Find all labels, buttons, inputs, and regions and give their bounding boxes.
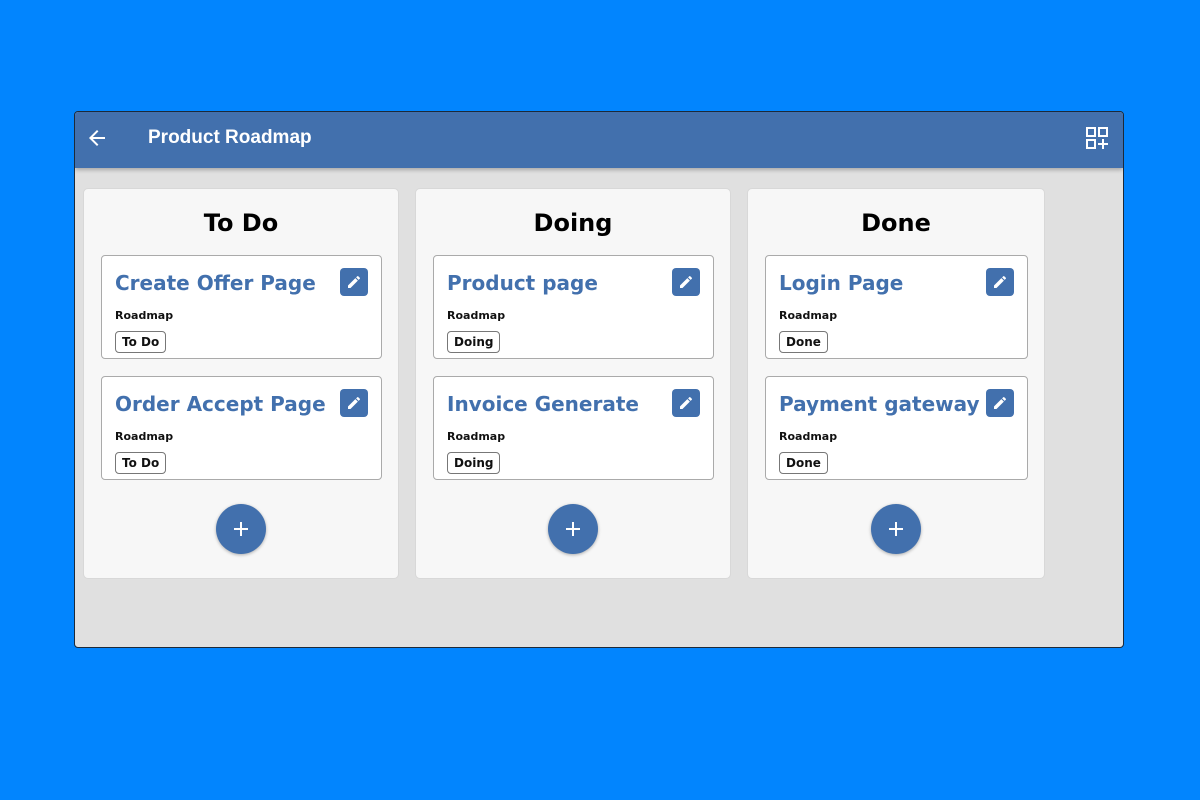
plus-icon [566,522,580,536]
app-window: Product Roadmap To Do Create Offer Page … [74,111,1124,648]
add-card-button[interactable] [216,504,266,554]
card-board-label: Roadmap [447,309,506,322]
card-title: Product page [447,271,598,295]
task-card[interactable]: Payment gateway Roadmap Done [765,376,1028,480]
column-done: Done Login Page Roadmap Done Payment gat… [747,188,1045,579]
add-card-button[interactable] [548,504,598,554]
card-title: Order Accept Page [115,392,326,416]
status-badge: Doing [447,331,501,353]
column-title: Done [861,209,931,237]
status-badge: To Do [115,331,167,353]
card-board-label: Roadmap [779,430,838,443]
add-board-button[interactable] [1085,126,1109,150]
card-board-label: Roadmap [779,309,838,322]
card-board-label: Roadmap [115,309,174,322]
column-title: To Do [203,209,279,237]
status-badge: To Do [115,452,167,474]
edit-card-button[interactable] [672,389,700,417]
grid-add-icon [1086,127,1108,149]
task-card[interactable]: Invoice Generate Roadmap Doing [433,376,714,480]
column-title: Doing [533,209,613,237]
task-card[interactable]: Create Offer Page Roadmap To Do [101,255,382,359]
task-card[interactable]: Product page Roadmap Doing [433,255,714,359]
pencil-icon [994,275,1007,288]
edit-card-button[interactable] [340,389,368,417]
pencil-icon [680,396,693,409]
plus-icon [234,522,248,536]
page-title: Product Roadmap [148,127,312,148]
card-board-label: Roadmap [115,430,174,443]
pencil-icon [348,396,361,409]
arrow-left-icon [89,130,105,146]
edit-card-button[interactable] [986,389,1014,417]
status-badge: Done [779,331,828,353]
card-title: Create Offer Page [115,271,316,295]
pencil-icon [348,275,361,288]
pencil-icon [680,275,693,288]
pencil-icon [994,396,1007,409]
task-card[interactable]: Login Page Roadmap Done [765,255,1028,359]
add-card-button[interactable] [871,504,921,554]
app-bar: Product Roadmap [75,112,1123,168]
edit-card-button[interactable] [672,268,700,296]
column-to-do: To Do Create Offer Page Roadmap To Do Or… [83,188,399,579]
card-title: Login Page [779,271,904,295]
task-card[interactable]: Order Accept Page Roadmap To Do [101,376,382,480]
back-button[interactable] [85,126,109,150]
status-badge: Doing [447,452,501,474]
status-badge: Done [779,452,828,474]
edit-card-button[interactable] [986,268,1014,296]
card-title: Payment gateway [779,392,980,416]
card-title: Invoice Generate [447,392,639,416]
plus-icon [889,522,903,536]
edit-card-button[interactable] [340,268,368,296]
column-doing: Doing Product page Roadmap Doing Invoice… [415,188,731,579]
card-board-label: Roadmap [447,430,506,443]
